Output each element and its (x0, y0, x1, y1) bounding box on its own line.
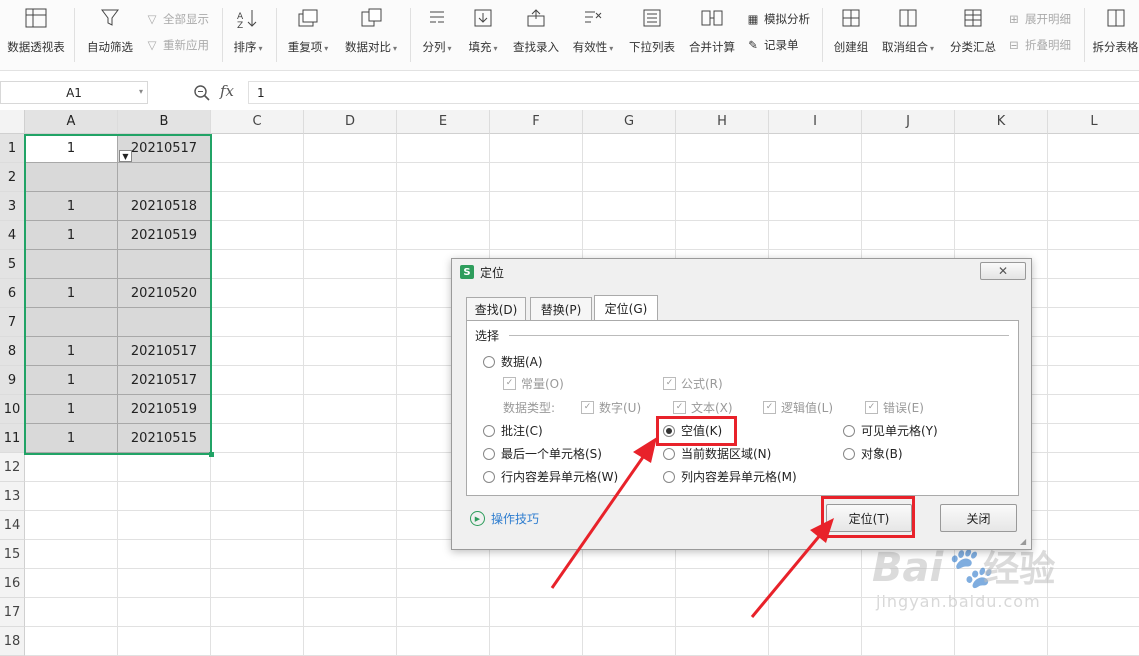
arrow-to-goto (750, 527, 828, 618)
annotation-arrows (550, 437, 834, 618)
arrowhead-goto-icon (810, 518, 834, 543)
arrow-to-blanks (550, 446, 652, 589)
arrowhead-blanks-icon (633, 437, 657, 463)
